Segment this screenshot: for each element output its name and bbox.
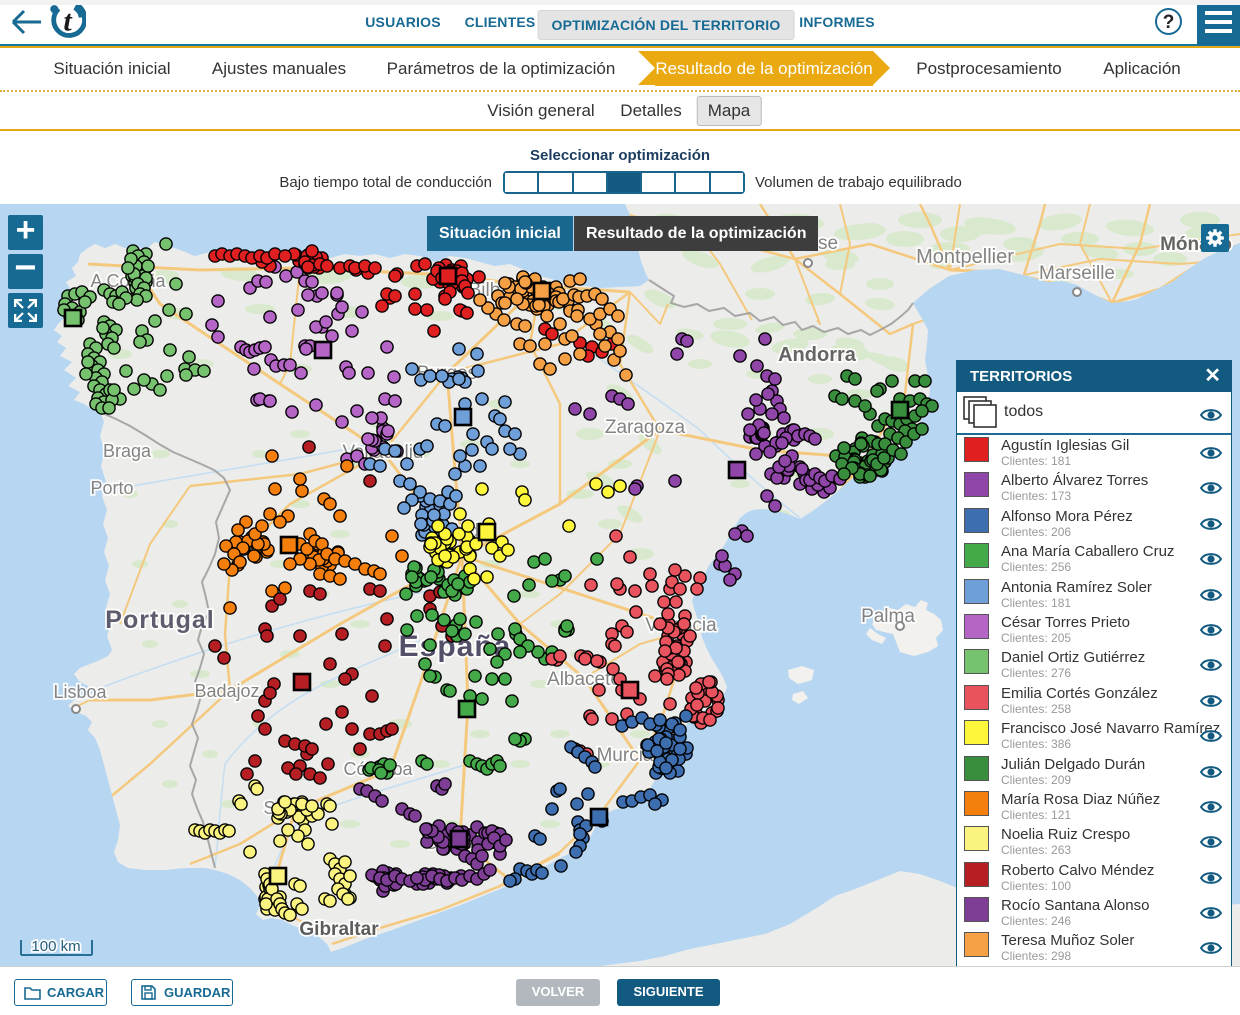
svg-text:Portugal: Portugal [105, 606, 214, 634]
svg-text:Palma: Palma [861, 606, 915, 627]
svg-text:Lisboa: Lisboa [53, 682, 107, 702]
svg-text:Marseille: Marseille [1039, 263, 1115, 284]
svg-text:Porto: Porto [90, 478, 133, 498]
svg-text:Badajoz: Badajoz [194, 681, 259, 701]
svg-text:100 km: 100 km [31, 938, 80, 955]
svg-text:Braga: Braga [103, 441, 152, 461]
svg-text:Zaragoza: Zaragoza [605, 417, 686, 438]
svg-text:Gibraltar: Gibraltar [299, 919, 379, 940]
svg-text:Andorra: Andorra [778, 344, 857, 366]
svg-text:Montpellier: Montpellier [916, 246, 1014, 268]
